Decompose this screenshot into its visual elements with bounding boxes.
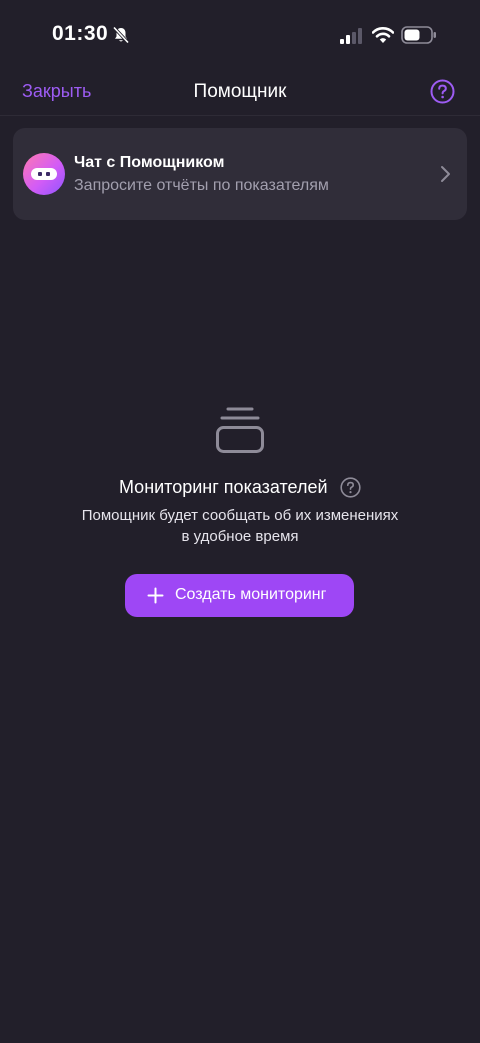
empty-state-title-row: Мониторинг показателей bbox=[0, 477, 480, 501]
chevron-right-icon bbox=[441, 166, 450, 182]
assistant-avatar-icon bbox=[23, 153, 65, 195]
nav-bar: Закрыть Помощник bbox=[0, 70, 480, 116]
create-monitoring-button[interactable]: Создать мониторинг bbox=[125, 574, 354, 617]
empty-state-title: Мониторинг показателей bbox=[118, 477, 328, 497]
assistant-chat-card[interactable]: Чат с Помощником Запросите отчёты по пок… bbox=[13, 128, 467, 220]
empty-state-description-line: в удобное время bbox=[181, 528, 299, 545]
bell-slash-icon bbox=[112, 26, 130, 44]
cellular-signal-icon bbox=[340, 28, 362, 44]
create-monitoring-label: Создать мониторинг bbox=[175, 586, 327, 603]
plus-icon bbox=[147, 587, 164, 604]
battery-icon bbox=[401, 26, 436, 44]
empty-state-description-line: Помощник будет сообщать об их изменениях bbox=[81, 507, 399, 524]
question-circle-icon[interactable] bbox=[340, 477, 361, 498]
page-title: Помощник bbox=[193, 81, 287, 102]
help-icon[interactable] bbox=[430, 79, 455, 104]
empty-state-description: Помощник будет сообщать об их изменениях… bbox=[40, 505, 440, 547]
chat-card-subtitle: Запросите отчёты по показателям bbox=[74, 177, 329, 194]
status-bar: 01:30 bbox=[0, 0, 480, 70]
stacked-tray-icon bbox=[216, 407, 264, 453]
wifi-icon bbox=[372, 27, 394, 43]
status-time: 01:30 bbox=[52, 22, 109, 45]
chat-card-title: Чат с Помощником bbox=[74, 154, 225, 171]
